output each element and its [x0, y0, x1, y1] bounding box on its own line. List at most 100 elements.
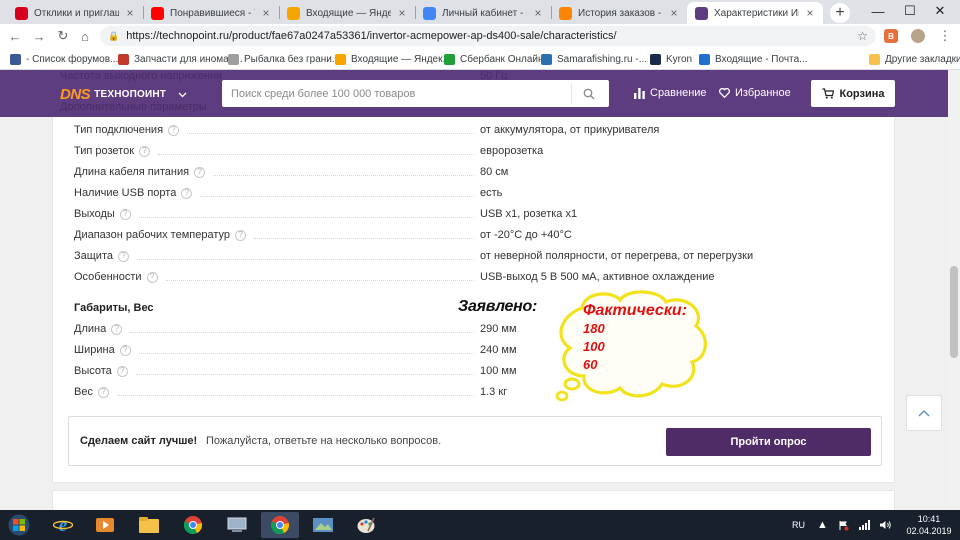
close-window-icon[interactable]: ✕: [922, 0, 958, 22]
taskbar-media-player-icon[interactable]: [86, 512, 124, 538]
browser-tab[interactable]: Личный кабинет - Мои ×: [415, 2, 551, 24]
bookmark-star-icon[interactable]: ☆: [857, 29, 868, 43]
browser-tab[interactable]: Понравившиеся - YouT ×: [143, 2, 279, 24]
tray-chevron-icon[interactable]: ▲: [817, 510, 828, 540]
spec-row: Наличие USB порта? есть: [74, 185, 874, 201]
next-section-card: [52, 490, 895, 510]
tab-close-icon[interactable]: ×: [125, 7, 135, 19]
bookmark-item[interactable]: Входящие - Почтa...: [699, 52, 808, 66]
scrollbar-thumb[interactable]: [950, 266, 958, 358]
taskbar-explorer-icon[interactable]: [130, 512, 168, 538]
spec-name-text: Наличие USB порта: [74, 187, 177, 199]
yandex-mail-icon: [335, 53, 346, 65]
tray-network-icon[interactable]: [859, 510, 871, 540]
tray-flag-icon[interactable]: [838, 510, 849, 540]
browser-tab[interactable]: История заказов - DNS ×: [551, 2, 687, 24]
help-question-icon[interactable]: ?: [119, 344, 131, 356]
site-header: Частота выходного напряжения 50 Гц Допол…: [0, 70, 948, 117]
spec-row: Особенности? USB-выход 5 В 500 мА, активн…: [74, 269, 874, 285]
menu-kebab-icon[interactable]: ⋮: [936, 27, 954, 45]
back-icon[interactable]: ←: [6, 27, 24, 45]
chevron-down-icon[interactable]: [178, 92, 187, 98]
spec-row: Выходы? USB x1, розетка x1: [74, 206, 874, 222]
favorites-link[interactable]: Избранное: [719, 87, 791, 99]
address-bar[interactable]: 🔒 https://technopoint.ru/product/fae67a0…: [100, 26, 876, 46]
cart-button[interactable]: Корзина: [811, 80, 895, 107]
tab-close-icon[interactable]: ×: [261, 7, 271, 19]
cart-label: Корзина: [839, 87, 885, 100]
forward-icon[interactable]: →: [30, 27, 48, 45]
spec-name: Тип розеток?: [74, 145, 151, 157]
new-tab-button[interactable]: +: [830, 3, 850, 23]
tab-close-icon[interactable]: ×: [533, 7, 543, 19]
bookmark-item[interactable]: - Список форумов...: [10, 52, 118, 66]
browser-tab[interactable]: Характеристики Инвер ×: [687, 2, 823, 24]
help-question-icon[interactable]: ?: [168, 124, 180, 136]
help-question-icon[interactable]: ?: [235, 229, 246, 241]
taskbar-remote-desktop-icon[interactable]: [218, 512, 256, 538]
bookmark-item[interactable]: Kyron: [650, 52, 692, 66]
actual-value-length: 180: [583, 321, 605, 336]
tab-title: Понравившиеся - YouT: [170, 7, 255, 19]
spec-name-text: Длина кабеля питания: [74, 166, 190, 178]
spec-name: Вес?: [74, 386, 109, 398]
language-indicator[interactable]: RU: [792, 510, 805, 540]
taskbar-paint-icon[interactable]: [347, 512, 385, 538]
taskbar-photo-viewer-icon[interactable]: [304, 512, 342, 538]
compare-link[interactable]: Сравнение: [634, 87, 707, 99]
taskbar-ie-icon[interactable]: e: [44, 512, 82, 538]
search-icon[interactable]: [571, 84, 605, 103]
spec-name-text: Защита: [74, 250, 113, 262]
home-icon[interactable]: ⌂: [76, 27, 94, 45]
fish-icon: [541, 53, 552, 65]
help-question-icon[interactable]: ?: [111, 323, 123, 335]
scroll-to-top-button[interactable]: [906, 395, 942, 431]
dotted-leader: [187, 133, 474, 134]
favorites-label: Избранное: [735, 87, 791, 99]
spec-name: Высота?: [74, 365, 128, 377]
spec-name-text: Высота: [74, 365, 112, 377]
site-logo[interactable]: DNS ТЕХНОПОИНТ: [60, 86, 187, 103]
browser-tab[interactable]: Отклики и приглашени ×: [7, 2, 143, 24]
start-button[interactable]: [6, 513, 32, 537]
bookmark-item[interactable]: Запчасти для иномар...: [118, 52, 243, 66]
help-question-icon[interactable]: ?: [118, 250, 129, 262]
bookmark-item[interactable]: Входящие — Яндек...: [335, 52, 451, 66]
bookmark-item[interactable]: Сбербанк Онлайн: [444, 52, 544, 66]
help-question-icon[interactable]: ?: [116, 365, 128, 377]
extension-b-icon[interactable]: B: [884, 29, 898, 43]
take-survey-button[interactable]: Пройти опрос: [666, 428, 871, 456]
help-question-icon[interactable]: ?: [139, 145, 151, 157]
bookmark-item[interactable]: Samarafishing.ru -...: [541, 52, 647, 66]
browser-tab[interactable]: Входящие — Яндекс.По ×: [279, 2, 415, 24]
survey-text: Пожалуйста, ответьте на несколько вопрос…: [206, 435, 442, 447]
tab-close-icon[interactable]: ×: [805, 7, 815, 19]
tab-close-icon[interactable]: ×: [397, 7, 407, 19]
page-scrollbar[interactable]: [948, 70, 960, 510]
spec-name: Выходы?: [74, 208, 131, 220]
survey-banner: Сделаем сайт лучше! Пожалуйста, ответьте…: [68, 416, 882, 466]
spec-row: Вес? 1.3 кг: [74, 384, 874, 400]
help-question-icon[interactable]: ?: [194, 166, 206, 178]
taskbar-chrome-icon[interactable]: [174, 512, 212, 538]
bookmark-item[interactable]: Рыбалка без грани...: [228, 52, 340, 66]
tab-close-icon[interactable]: ×: [669, 7, 679, 19]
taskbar-chrome-active-icon[interactable]: [261, 512, 299, 538]
help-question-icon[interactable]: ?: [97, 386, 109, 398]
mail-icon: [699, 53, 710, 65]
tab-title: Личный кабинет - Мои: [442, 7, 527, 19]
bookmark-label: Другие закладки: [885, 53, 960, 65]
taskbar-clock[interactable]: 10:41 02.04.2019: [906, 513, 952, 537]
minimize-icon[interactable]: —: [860, 0, 896, 22]
hh-icon: [15, 6, 28, 20]
tray-volume-icon[interactable]: [880, 510, 892, 540]
site-search-input[interactable]: Поиск среди более 100 000 товаров: [222, 80, 609, 107]
bookmark-item[interactable]: Другие закладки: [869, 52, 960, 66]
help-question-icon[interactable]: ?: [146, 271, 158, 283]
profile-avatar[interactable]: [911, 29, 925, 43]
characteristics-card: Сделаем сайт лучше! Пожалуйста, ответьте…: [52, 70, 895, 483]
reload-icon[interactable]: ↻: [54, 27, 72, 45]
bookmark-label: - Список форумов...: [26, 53, 119, 65]
help-question-icon[interactable]: ?: [181, 187, 193, 199]
help-question-icon[interactable]: ?: [119, 208, 131, 220]
